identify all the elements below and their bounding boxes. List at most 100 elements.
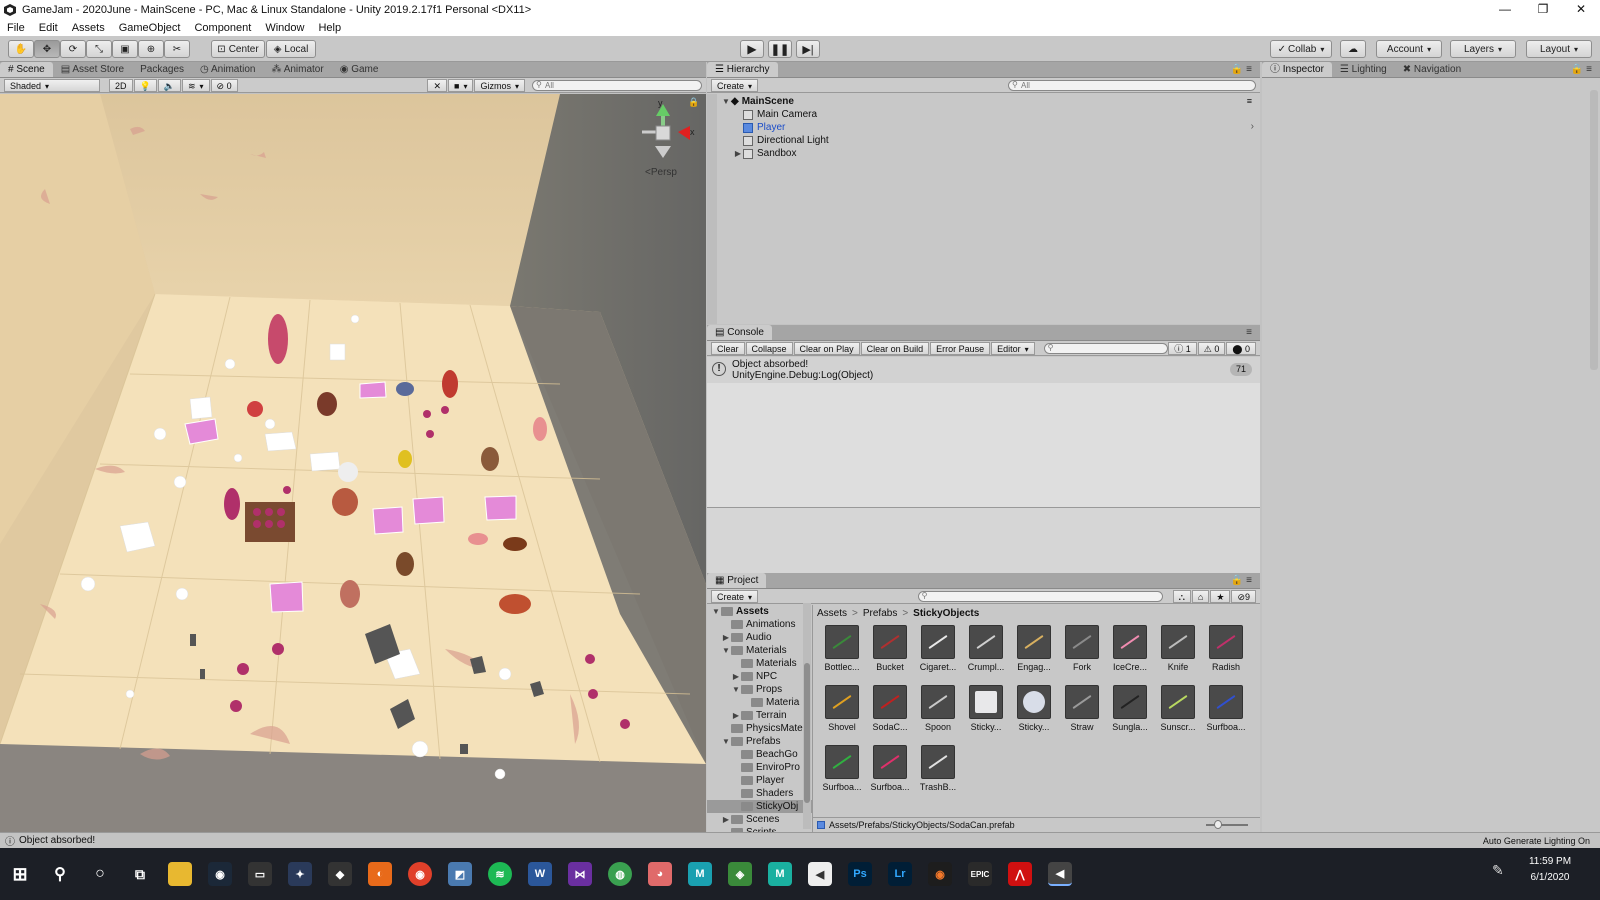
folder-tree-item[interactable]: EnviroPro [707, 761, 800, 774]
folder-tree-item[interactable]: ▼ Assets [707, 605, 769, 618]
tab-project[interactable]: ▦ Project [707, 573, 767, 588]
move-tool-button[interactable]: ✥ [34, 40, 60, 58]
folder-tree-item[interactable]: ▼ Props [707, 683, 782, 696]
tab-animator[interactable]: ⁂ Animator [263, 62, 331, 77]
globe-icon[interactable]: ◍ [608, 862, 632, 886]
inspector-menu-icon[interactable]: 🔒 ≡ [1563, 62, 1600, 77]
expanded-arrow-icon[interactable]: ▼ [721, 735, 731, 748]
mudbox-icon[interactable]: M [768, 862, 792, 886]
status-message[interactable]: Object absorbed! [19, 835, 95, 846]
hierarchy-item-directional-light[interactable]: Directional Light [743, 134, 829, 147]
cloud-button[interactable]: ☁ [1340, 40, 1366, 58]
console-warning-toggle[interactable]: ⚠ 0 [1197, 341, 1226, 355]
asset-item[interactable]: SodaC... [867, 685, 913, 732]
asset-item[interactable]: Surfboa... [819, 745, 865, 792]
menu-gameobject[interactable]: GameObject [112, 22, 188, 34]
2d-toggle[interactable]: 2D [109, 78, 133, 92]
play-button[interactable]: ▶ [740, 40, 764, 58]
collapsed-arrow-icon[interactable]: ▶ [731, 709, 741, 722]
collab-dropdown[interactable]: ✓ Collab [1270, 40, 1332, 58]
folder-tree-item[interactable]: Player [707, 774, 784, 787]
folder-tree-item[interactable]: Materia [707, 696, 799, 709]
scene-viewport[interactable]: y x 🔒 < Persp [0, 94, 706, 832]
asset-item[interactable]: Sunscr... [1155, 685, 1201, 732]
menu-window[interactable]: Window [258, 22, 311, 34]
effects-dropdown[interactable]: ≋ [181, 78, 210, 92]
hierarchy-item-player[interactable]: Player [743, 121, 785, 134]
menu-help[interactable]: Help [311, 22, 348, 34]
cortana-icon[interactable]: ○ [88, 862, 112, 886]
folder-tree-item[interactable]: ▼ Materials [707, 644, 787, 657]
pivot-center-button[interactable]: ⊡ Center [211, 40, 265, 58]
folder-tree-item[interactable]: ▼ Prefabs [707, 735, 780, 748]
menu-assets[interactable]: Assets [65, 22, 112, 34]
pivot-local-button[interactable]: ◈ Local [266, 40, 316, 58]
asset-item[interactable]: Sungla... [1107, 685, 1153, 732]
unity-hub-icon[interactable]: ◆ [328, 862, 352, 886]
tab-lighting[interactable]: ☰ Lighting [1332, 62, 1395, 77]
lock-icon[interactable]: 🔒 [688, 97, 699, 108]
folder-tree-item[interactable]: Materials [707, 657, 797, 670]
scene-root-row[interactable]: ▼ ◆ MainScene [721, 95, 794, 108]
asset-item[interactable]: Knife [1155, 625, 1201, 672]
blender-icon[interactable]: ◉ [928, 862, 952, 886]
console-clear-on-play-button[interactable]: Clear on Play [793, 341, 860, 355]
hierarchy-search-input[interactable]: All [1008, 79, 1256, 91]
tools-toggle[interactable]: ✕ [427, 78, 448, 92]
scene-search-input[interactable]: All [532, 79, 702, 91]
shading-mode-dropdown[interactable]: Shaded [4, 78, 100, 92]
windows-start-icon[interactable]: ⊞ [8, 862, 32, 886]
lighting-toggle[interactable]: 💡 [133, 78, 157, 92]
app-icon[interactable]: ✦ [288, 862, 312, 886]
folder-tree-item[interactable]: BeachGo [707, 748, 798, 761]
project-menu-icon[interactable]: 🔒 ≡ [1223, 573, 1260, 588]
expanded-arrow-icon[interactable]: ▼ [731, 683, 741, 696]
asset-item[interactable]: Spoon [915, 685, 961, 732]
chevron-right-icon[interactable]: › [1251, 121, 1254, 132]
asset-item[interactable]: Cigaret... [915, 625, 961, 672]
console-menu-icon[interactable]: ≡ [1238, 325, 1260, 340]
layout-dropdown[interactable]: Layout [1526, 40, 1592, 58]
expanded-arrow-icon[interactable]: ▼ [721, 644, 731, 657]
persp-toggle[interactable]: < Persp [645, 167, 677, 178]
tab-hierarchy[interactable]: ☰ Hierarchy [707, 62, 778, 77]
hidden-objects-toggle[interactable]: ⊘ 0 [210, 78, 238, 92]
asset-item[interactable]: Surfboa... [1203, 685, 1249, 732]
account-dropdown[interactable]: Account [1376, 40, 1442, 58]
hierarchy-item-sandbox[interactable]: ▶ Sandbox [733, 147, 797, 160]
firefox-icon[interactable]: ◐ [368, 862, 392, 886]
task-view-icon[interactable]: ⧉ [128, 862, 152, 886]
search-icon[interactable]: ⚲ [48, 862, 72, 886]
scene-options-icon[interactable]: ≡ [1247, 96, 1252, 106]
folder-tree-item[interactable]: ▶ Terrain [707, 709, 787, 722]
folder-tree-item[interactable]: Animations [707, 618, 795, 631]
collapsed-arrow-icon[interactable]: ▶ [721, 631, 731, 644]
console-error-toggle[interactable]: ⬤ 0 [1226, 341, 1256, 355]
asset-item[interactable]: Shovel [819, 685, 865, 732]
hierarchy-menu-icon[interactable]: 🔒 ≡ [1223, 62, 1260, 77]
scale-tool-button[interactable]: ⤡ [86, 40, 112, 58]
breadcrumb-prefabs[interactable]: Prefabs [863, 608, 897, 619]
thumbnail-size-slider[interactable] [1206, 820, 1248, 829]
hierarchy-create-dropdown[interactable]: Create [711, 78, 759, 92]
visual-studio-icon[interactable]: ⋈ [568, 862, 592, 886]
asset-item[interactable]: Radish [1203, 625, 1249, 672]
lightroom-icon[interactable]: Lr [888, 862, 912, 886]
expanded-arrow-icon[interactable]: ▼ [711, 605, 721, 618]
tab-navigation[interactable]: ✖ Navigation [1395, 62, 1469, 77]
inspector-scrollbar[interactable] [1590, 90, 1598, 370]
step-button[interactable]: ▶| [796, 40, 820, 58]
tab-console[interactable]: ▤ Console [707, 325, 772, 340]
menu-component[interactable]: Component [187, 22, 258, 34]
collapsed-arrow-icon[interactable]: ▶ [721, 813, 731, 826]
tab-packages[interactable]: Packages [132, 62, 192, 77]
asset-item[interactable]: Sticky... [963, 685, 1009, 732]
menu-edit[interactable]: Edit [32, 22, 65, 34]
folder-tree-item[interactable]: ▶ NPC [707, 670, 777, 683]
rotate-tool-button[interactable]: ⟳ [60, 40, 86, 58]
chrome-icon[interactable]: ◉ [408, 862, 432, 886]
steam-icon[interactable]: ◉ [208, 862, 232, 886]
close-button[interactable]: ✕ [1562, 0, 1600, 20]
gizmos-dropdown[interactable]: Gizmos [474, 78, 525, 92]
asset-item[interactable]: TrashB... [915, 745, 961, 792]
